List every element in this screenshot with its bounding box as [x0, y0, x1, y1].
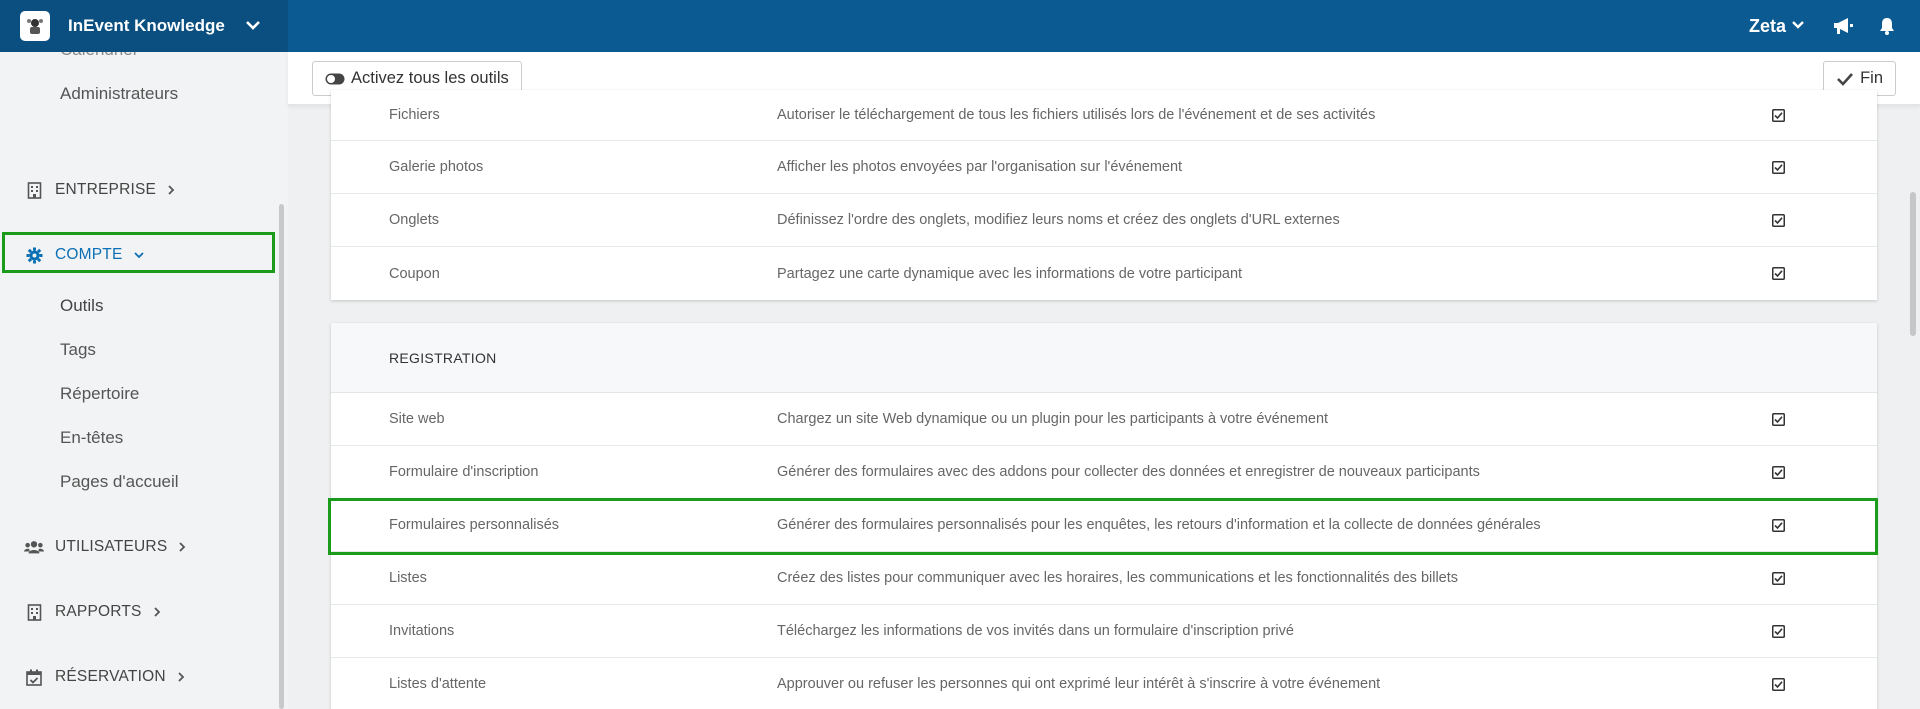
checkbox-checked-icon[interactable]: [1772, 412, 1785, 426]
tool-row: Galerie photos Afficher les photos envoy…: [331, 141, 1877, 194]
tool-row: Fichiers Autoriser le téléchargement de …: [331, 90, 1877, 141]
checkbox-checked-icon[interactable]: [1772, 571, 1785, 585]
tool-description: Chargez un site Web dynamique ou un plug…: [777, 411, 1329, 427]
app-title: InEvent Knowledge: [68, 16, 225, 35]
sidebar-item-tags[interactable]: Tags: [60, 340, 96, 360]
tool-description: Créez des listes pour communiquer avec l…: [777, 570, 1459, 586]
checkbox-checked-icon[interactable]: [1772, 465, 1785, 479]
check-icon: [1836, 72, 1854, 86]
checkbox-checked-icon[interactable]: [1772, 267, 1785, 280]
sidebar-section-label: ENTREPRISE: [55, 181, 157, 198]
chevron-right-icon: [152, 606, 162, 618]
highlight-box: [328, 498, 1878, 555]
checkbox-checked-icon[interactable]: [1772, 213, 1785, 227]
tool-row: Invitations Téléchargez les informations…: [331, 605, 1877, 658]
tool-row: Coupon Partagez une carte dynamique avec…: [331, 247, 1877, 300]
sidebar-item-repertoire[interactable]: Répertoire: [60, 384, 139, 404]
sidebar-section-label: UTILISATEURS: [55, 538, 168, 555]
tool-description: Afficher les photos envoyées par l'organ…: [777, 159, 1183, 175]
tool-name: Site web: [389, 411, 445, 427]
tool-row: Formulaire d'inscription Générer des for…: [331, 446, 1877, 499]
tool-row: Site web Chargez un site Web dynamique o…: [331, 393, 1877, 446]
tool-name: Listes: [389, 570, 427, 586]
tool-name: Fichiers: [389, 107, 440, 123]
calendar-check-icon: [24, 667, 44, 687]
checkbox-checked-icon[interactable]: [1772, 624, 1785, 638]
megaphone-icon[interactable]: [1832, 16, 1854, 36]
sidebar-item-outils[interactable]: Outils: [60, 296, 103, 316]
tool-row: Onglets Définissez l'ordre des onglets, …: [331, 194, 1877, 247]
tool-name: Formulaire d'inscription: [389, 464, 539, 480]
sidebar-item-en-tetes[interactable]: En-têtes: [60, 428, 123, 448]
tool-description: Téléchargez les informations de vos invi…: [777, 623, 1294, 639]
sidebar-section-label: RÉSERVATION: [55, 668, 166, 685]
tool-description: Définissez l'ordre des onglets, modifiez…: [777, 212, 1340, 228]
tool-description: Approuver ou refuser les personnes qui o…: [777, 676, 1381, 692]
sidebar-section-utilisateurs[interactable]: UTILISATEURS: [24, 537, 187, 557]
sidebar-section-reservation[interactable]: RÉSERVATION: [24, 667, 186, 687]
sidebar-section-label: RAPPORTS: [55, 603, 142, 620]
sidebar-item-cut[interactable]: Calendrier: [60, 52, 138, 60]
top-bar: InEvent Knowledge Zeta: [0, 0, 1920, 52]
tool-name: Onglets: [389, 212, 439, 228]
tool-description: Partagez une carte dynamique avec les in…: [777, 265, 1243, 282]
sidebar: Calendrier Administrateurs ENTREPRISE CO…: [0, 52, 288, 709]
tool-description: Générer des formulaires avec des addons …: [777, 464, 1480, 480]
highlight-box: [2, 232, 275, 273]
chevron-down-icon[interactable]: [1790, 17, 1806, 38]
tool-name: Invitations: [389, 623, 455, 639]
tool-row: Listes Créez des listes pour communiquer…: [331, 552, 1877, 605]
section-header: REGISTRATION: [331, 323, 1877, 393]
chevron-right-icon: [177, 541, 187, 553]
sidebar-section-rapports[interactable]: RAPPORTS: [24, 602, 162, 622]
user-menu[interactable]: Zeta: [1749, 16, 1786, 37]
sidebar-scrollbar[interactable]: [279, 204, 284, 709]
checkbox-checked-icon[interactable]: [1772, 160, 1785, 174]
tool-name: Listes d'attente: [389, 676, 487, 692]
chevron-right-icon: [166, 184, 176, 196]
tool-row: Listes d'attente Approuver ou refuser le…: [331, 658, 1877, 709]
users-icon: [24, 537, 44, 557]
tool-description: Autoriser le téléchargement de tous les …: [777, 107, 1376, 123]
chevron-right-icon: [176, 671, 186, 683]
sidebar-item-administrateurs[interactable]: Administrateurs: [60, 84, 178, 104]
chevron-down-icon[interactable]: [244, 16, 262, 39]
tool-name: Galerie photos: [389, 159, 484, 175]
checkbox-checked-icon[interactable]: [1772, 108, 1785, 122]
sidebar-section-entreprise[interactable]: ENTREPRISE: [24, 180, 176, 200]
app-logo: [20, 11, 50, 41]
bell-icon[interactable]: [1878, 16, 1896, 36]
checkbox-checked-icon[interactable]: [1772, 677, 1785, 691]
main-scrollbar[interactable]: [1910, 192, 1916, 336]
button-label: Activez tous les outils: [351, 69, 509, 87]
button-label: Fin: [1860, 69, 1883, 87]
workspace-switcher[interactable]: InEvent Knowledge: [0, 0, 288, 52]
tools-card-general: Fichiers Autoriser le téléchargement de …: [331, 90, 1877, 300]
sidebar-item-pages-accueil[interactable]: Pages d'accueil: [60, 472, 179, 492]
tool-name: Coupon: [389, 265, 440, 282]
building-icon: [24, 602, 44, 622]
building-icon: [24, 180, 44, 200]
toggle-icon: [325, 73, 345, 85]
